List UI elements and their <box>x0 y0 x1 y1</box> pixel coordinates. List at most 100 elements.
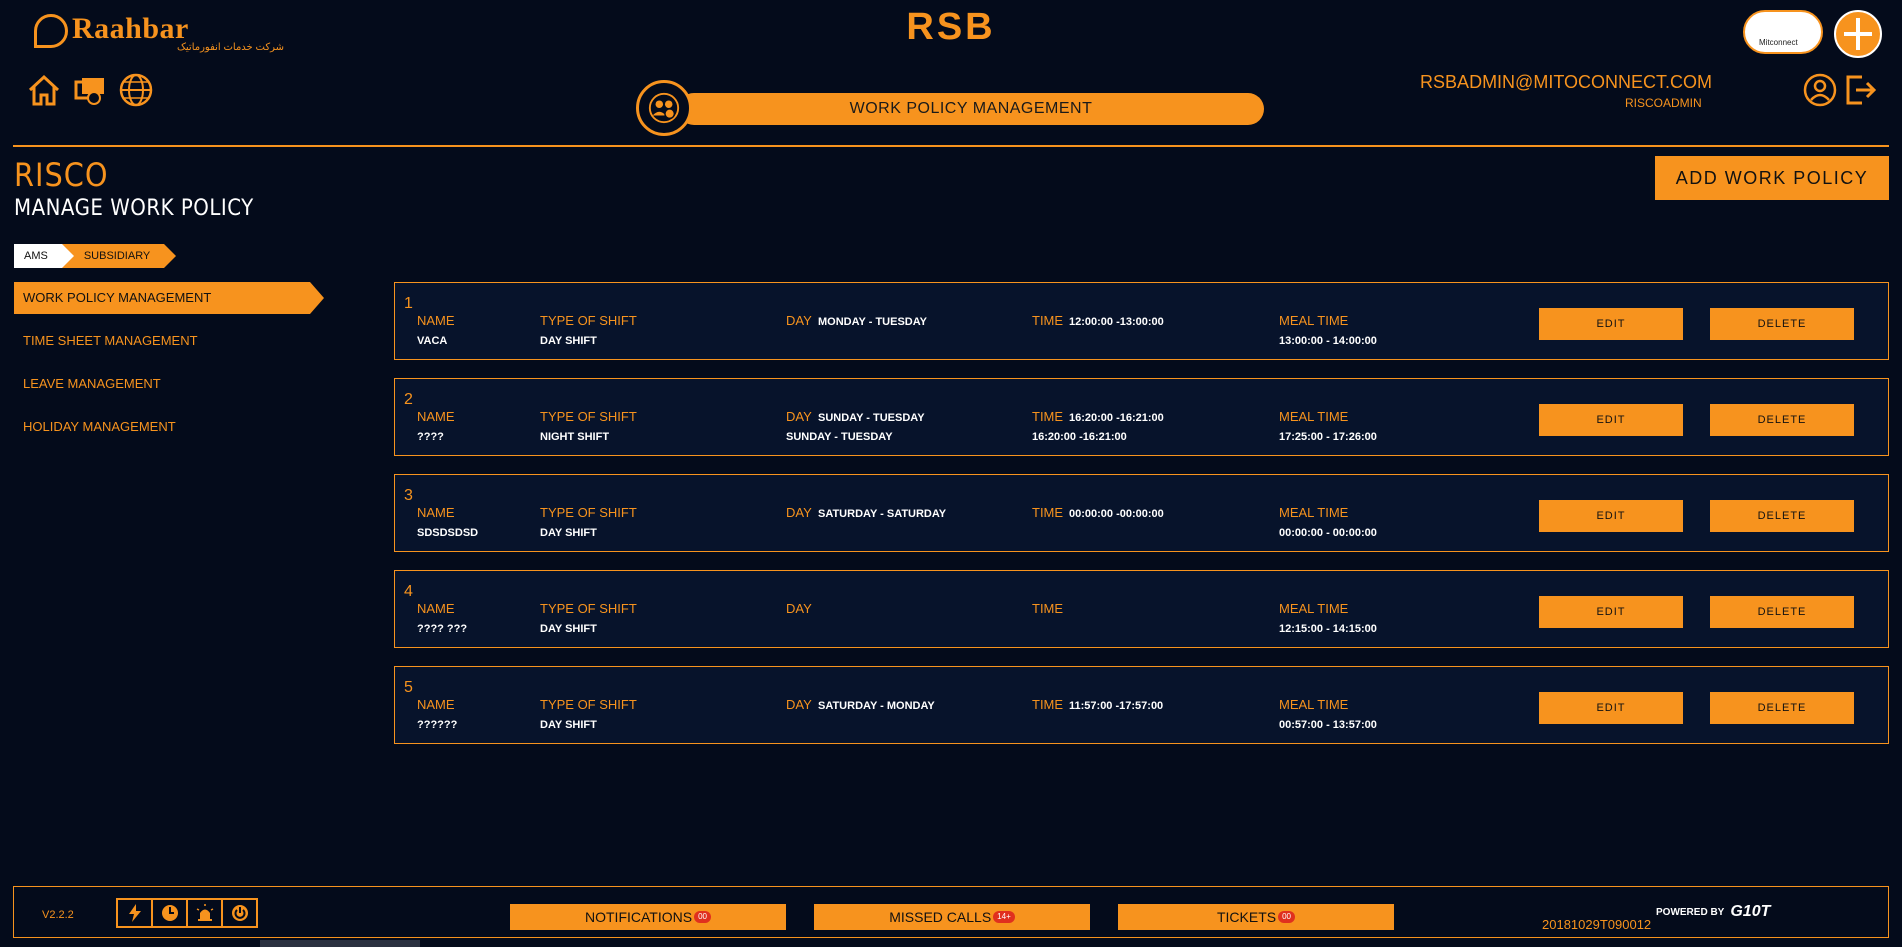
lightning-icon[interactable] <box>116 898 153 928</box>
delete-button[interactable]: DELETE <box>1710 596 1854 628</box>
sidebar-item-holiday[interactable]: HOLIDAY MANAGEMENT <box>14 411 310 443</box>
policy-number: 1 <box>404 295 413 312</box>
policy-day: MONDAY - TUESDAY <box>818 316 928 328</box>
policy-card: 2 NAME ???? TYPE OF SHIFT NIGHT SHIFT DA… <box>394 378 1889 456</box>
logout-icon[interactable] <box>1842 72 1878 108</box>
edit-button[interactable]: EDIT <box>1539 692 1683 724</box>
add-work-policy-button[interactable]: ADD WORK POLICY <box>1655 156 1889 200</box>
cards-icon[interactable] <box>72 72 108 108</box>
power-icon[interactable] <box>221 898 258 928</box>
name-label: NAME <box>417 601 455 616</box>
missed-calls-label: MISSED CALLS <box>889 909 992 925</box>
policy-shift-type: DAY SHIFT <box>540 719 597 731</box>
time-label: TIME <box>1032 601 1064 616</box>
shift-type-label: TYPE OF SHIFT <box>540 313 637 328</box>
policy-card: 1 NAME VACA TYPE OF SHIFT DAY SHIFT DAY … <box>394 282 1889 360</box>
header-divider <box>13 145 1889 147</box>
build-id: 20181029T090012 <box>1542 917 1652 932</box>
name-label: NAME <box>417 313 455 328</box>
policy-meal-time: 00:57:00 - 13:57:00 <box>1279 719 1377 731</box>
user-icon[interactable] <box>1802 72 1838 108</box>
policy-number: 2 <box>404 391 413 408</box>
name-label: NAME <box>417 697 455 712</box>
g10t-logo: G10T <box>1730 903 1771 920</box>
policy-name: ???? ??? <box>417 623 468 635</box>
policy-shift-type: NIGHT SHIFT <box>540 431 610 443</box>
alarm-icon[interactable] <box>186 898 223 928</box>
edit-button[interactable]: EDIT <box>1539 308 1683 340</box>
edit-button[interactable]: EDIT <box>1539 596 1683 628</box>
mitconnect-logo-text: Mitconnect <box>1759 38 1798 47</box>
missed-calls-button[interactable]: MISSED CALLS 14+ <box>814 904 1090 930</box>
edit-button[interactable]: EDIT <box>1539 404 1683 436</box>
clock-icon[interactable] <box>151 898 188 928</box>
sidebar: WORK POLICY MANAGEMENT TIME SHEET MANAGE… <box>14 282 324 454</box>
page-title: MANAGE WORK POLICY <box>14 196 254 221</box>
sidebar-item-work-policy[interactable]: WORK POLICY MANAGEMENT <box>14 282 324 314</box>
home-icon[interactable] <box>26 72 62 108</box>
meal-time-label: MEAL TIME <box>1279 601 1349 616</box>
tickets-button[interactable]: TICKETS 00 <box>1118 904 1394 930</box>
user-email: RSBADMIN@MITOCONNECT.COM <box>1420 72 1712 92</box>
breadcrumb-subsidiary[interactable]: SUBSIDIARY <box>61 244 177 268</box>
tickets-badge: 00 <box>1278 911 1296 923</box>
delete-button[interactable]: DELETE <box>1710 692 1854 724</box>
policy-time: 00:00:00 -00:00:00 <box>1069 508 1164 520</box>
policy-list: 1 NAME VACA TYPE OF SHIFT DAY SHIFT DAY … <box>394 282 1889 762</box>
shift-type-label: TYPE OF SHIFT <box>540 505 637 520</box>
policy-meal-time: 00:00:00 - 00:00:00 <box>1279 527 1377 539</box>
day-label: DAY <box>786 505 812 520</box>
policy-day: SUNDAY - TUESDAY <box>818 412 925 424</box>
time-label: TIME <box>1032 505 1064 520</box>
policy-name: ?????? <box>417 719 458 731</box>
user-role: RISCOADMIN <box>1625 96 1702 110</box>
shift-type-label: TYPE OF SHIFT <box>540 601 637 616</box>
day-label: DAY <box>786 409 812 424</box>
name-label: NAME <box>417 505 455 520</box>
page-banner-title: WORK POLICY MANAGEMENT <box>849 100 1093 117</box>
policy-day: SATURDAY - SATURDAY <box>818 508 947 520</box>
policy-time: 12:00:00 -13:00:00 <box>1069 316 1164 328</box>
time-label: TIME <box>1032 697 1064 712</box>
edit-button[interactable]: EDIT <box>1539 500 1683 532</box>
page-banner: WORK POLICY MANAGEMENT <box>636 80 1264 136</box>
meal-time-label: MEAL TIME <box>1279 313 1349 328</box>
policy-meal-time: 17:25:00 - 17:26:00 <box>1279 431 1377 443</box>
day-label: DAY <box>786 601 812 616</box>
policy-shift-type: DAY SHIFT <box>540 623 597 635</box>
policy-time-secondary: 16:20:00 -16:21:00 <box>1032 431 1127 443</box>
horizontal-scrollbar[interactable] <box>260 940 420 947</box>
globe-logo <box>1834 10 1882 58</box>
notifications-badge: 00 <box>694 911 711 923</box>
shift-type-label: TYPE OF SHIFT <box>540 697 637 712</box>
time-label: TIME <box>1032 409 1064 424</box>
sidebar-item-time-sheet[interactable]: TIME SHEET MANAGEMENT <box>14 325 310 357</box>
policy-card: 4 NAME ???? ??? TYPE OF SHIFT DAY SHIFT … <box>394 570 1889 648</box>
delete-button[interactable]: DELETE <box>1710 500 1854 532</box>
policy-meal-time: 12:15:00 - 14:15:00 <box>1279 623 1377 635</box>
mitconnect-logo: Mitconnect <box>1743 10 1823 54</box>
policy-time: 11:57:00 -17:57:00 <box>1069 700 1164 712</box>
policy-group-icon <box>636 80 692 136</box>
notifications-label: NOTIFICATIONS <box>585 909 693 925</box>
breadcrumb-ams[interactable]: AMS <box>14 244 74 268</box>
policy-shift-type: DAY SHIFT <box>540 335 597 347</box>
delete-button[interactable]: DELETE <box>1710 308 1854 340</box>
page-banner-bar: WORK POLICY MANAGEMENT <box>678 93 1264 125</box>
sidebar-item-leave[interactable]: LEAVE MANAGEMENT <box>14 368 310 400</box>
policy-number: 5 <box>404 679 413 696</box>
language-icon[interactable] <box>118 72 154 108</box>
policy-time: 16:20:00 -16:21:00 <box>1069 412 1164 424</box>
app-title: RSB <box>906 6 996 48</box>
delete-button[interactable]: DELETE <box>1710 404 1854 436</box>
shift-type-label: TYPE OF SHIFT <box>540 409 637 424</box>
day-label: DAY <box>786 697 812 712</box>
policy-name: ???? <box>417 431 444 443</box>
policy-meal-time: 13:00:00 - 14:00:00 <box>1279 335 1377 347</box>
version-label: V2.2.2 <box>42 909 74 921</box>
policy-day-secondary: SUNDAY - TUESDAY <box>786 431 893 443</box>
time-label: TIME <box>1032 313 1064 328</box>
notifications-button[interactable]: NOTIFICATIONS 00 <box>510 904 786 930</box>
policy-day: SATURDAY - MONDAY <box>818 700 935 712</box>
policy-shift-type: DAY SHIFT <box>540 527 597 539</box>
